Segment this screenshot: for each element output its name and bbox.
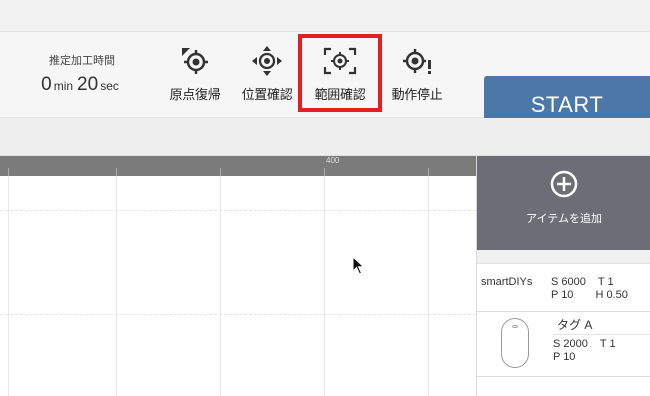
ruler-tick [220, 168, 221, 176]
home-origin-button[interactable]: 原点復帰 [160, 46, 230, 103]
estimated-time-value: 0 min 20 sec [22, 74, 142, 96]
home-origin-label: 原点復帰 [169, 88, 221, 103]
grid-line [0, 314, 476, 315]
work-canvas[interactable] [0, 176, 476, 396]
divider [477, 376, 650, 377]
time-minutes: 0 [41, 74, 52, 95]
item-height: H 0.50 [595, 289, 628, 301]
estimated-time: 推定加工時間 0 min 20 sec [22, 52, 142, 96]
list-item[interactable]: smartDIYs S 6000 T 1 P 10 H 0.50 [477, 272, 650, 308]
grid-line [8, 176, 9, 396]
range-check-icon [323, 47, 357, 75]
item-times: T 1 [599, 338, 616, 350]
item-speed: S 2000 [553, 338, 588, 350]
estimated-time-label: 推定加工時間 [49, 54, 115, 67]
grid-line [324, 176, 325, 396]
panel-header-strip [477, 250, 650, 264]
tag-hole [512, 325, 518, 328]
item-params: S 2000 T 1 P 10 [553, 334, 650, 364]
list-item[interactable]: タグ A S 2000 T 1 P 10 [477, 314, 650, 374]
item-name: タグ A [557, 318, 593, 332]
time-min-unit: min [53, 79, 74, 93]
grid-line [116, 176, 117, 396]
item-power: P 10 [553, 351, 576, 363]
grid-line [428, 176, 429, 396]
ruler-label-400: 400 [326, 156, 340, 165]
position-check-button[interactable]: 位置確認 [232, 46, 302, 103]
secondary-bar [0, 118, 650, 156]
mouse-pointer-icon [352, 256, 365, 275]
item-speed: S 6000 [551, 276, 586, 288]
grid-line [220, 176, 221, 396]
ruler-tick [428, 168, 429, 176]
range-check-button[interactable]: 範囲確認 [298, 34, 382, 112]
time-seconds: 20 [77, 74, 99, 95]
position-check-icon [252, 46, 282, 76]
stop-operation-button[interactable]: 動作停止 [382, 46, 452, 103]
grid-line [0, 210, 476, 211]
range-check-label: 範囲確認 [314, 88, 366, 103]
item-power: P 10 [551, 289, 574, 301]
item-panel: アイテムを追加 smartDIYs S 6000 T 1 P 10 H 0.50 タ… [476, 156, 650, 396]
item-name: smartDIYs [481, 276, 533, 288]
top-strip [0, 0, 650, 32]
position-check-label: 位置確認 [241, 88, 293, 103]
stop-operation-icon [403, 49, 431, 74]
ruler-tick [324, 168, 325, 176]
toolbar: 推定加工時間 0 min 20 sec 原点復帰 位置確認 範囲確認 動作停止 … [0, 32, 650, 134]
ruler-tick [8, 168, 9, 176]
divider [477, 311, 650, 312]
plus-circle-icon [550, 170, 578, 198]
add-item-button[interactable]: アイテムを追加 [477, 156, 650, 250]
item-times: T 1 [597, 276, 614, 288]
item-params: S 6000 T 1 P 10 H 0.50 [551, 276, 628, 302]
ruler-tick [116, 168, 117, 176]
add-item-label: アイテムを追加 [526, 212, 602, 225]
stop-operation-label: 動作停止 [391, 88, 443, 103]
tag-thumbnail [501, 318, 529, 368]
home-origin-icon [182, 48, 208, 74]
horizontal-ruler[interactable]: 400 [0, 156, 476, 176]
time-sec-unit: sec [100, 79, 119, 93]
